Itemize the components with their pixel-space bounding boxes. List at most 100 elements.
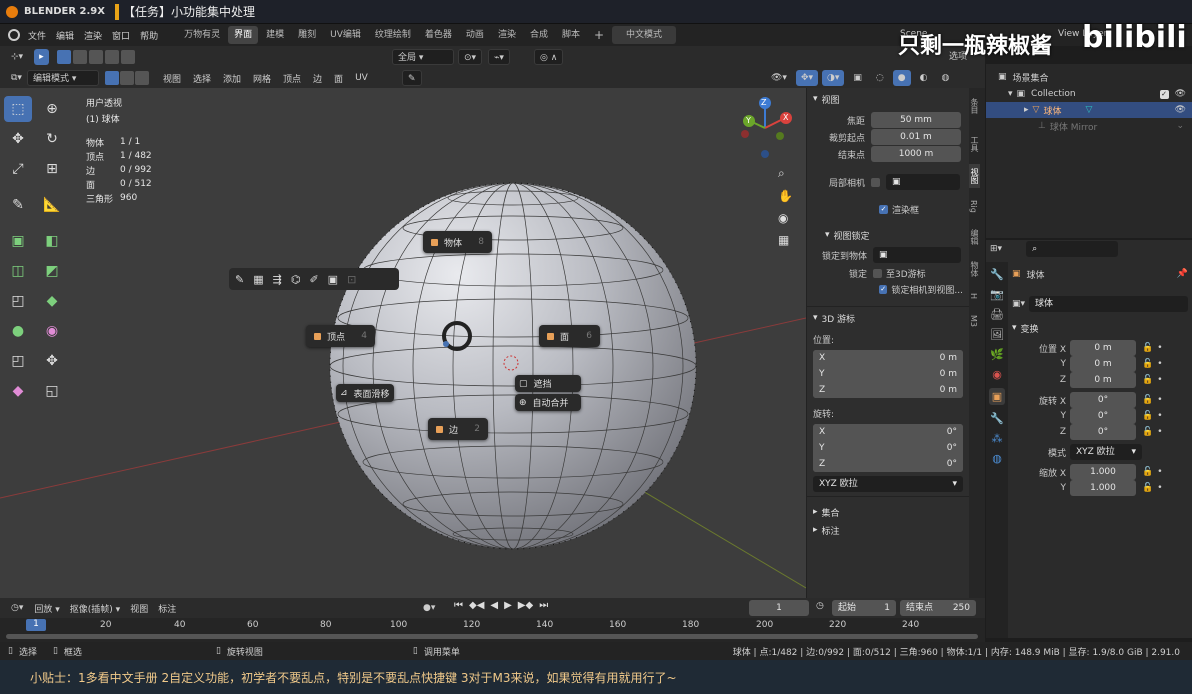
lock-icon[interactable]: 🔓	[1142, 411, 1153, 421]
scale-y-field[interactable]: 1.000	[1070, 480, 1136, 496]
pin-icon[interactable]: 📌	[1177, 269, 1188, 279]
move-tool-icon[interactable]: ✥	[4, 126, 32, 152]
collapse-icon[interactable]: ▾	[813, 313, 818, 323]
cursor-loc-y[interactable]: Y 0 m	[813, 366, 963, 382]
pie-item-auto-merge[interactable]: ⊕ 自动合并	[515, 394, 581, 411]
lock-icon[interactable]: 🔓	[1142, 467, 1153, 477]
lock-icon[interactable]: 🔓	[1142, 483, 1153, 493]
camera-icon[interactable]: ◉	[778, 211, 793, 225]
keyframe-dot-icon[interactable]: •	[1157, 411, 1162, 421]
outliner-object-row[interactable]: ▸ ▽ 球体 ▽ 👁	[986, 102, 1192, 118]
cursor-rot-y[interactable]: Y 0°	[813, 440, 963, 456]
tab-sculpting[interactable]: 雕刻	[292, 26, 322, 44]
timeline-scrollbar[interactable]	[6, 634, 978, 639]
select-box-tool-icon[interactable]: ⬚	[4, 96, 32, 122]
play-reverse-icon[interactable]: ◀	[490, 600, 498, 611]
clip-end-field[interactable]: 1000 m	[871, 146, 961, 162]
lock-icon[interactable]: 🔓	[1142, 359, 1153, 369]
tab-rig[interactable]: Rig	[969, 196, 978, 217]
props-object-field[interactable]: 球体	[1029, 296, 1188, 312]
bridge-icon[interactable]: ⇶	[273, 273, 282, 286]
clip-start-field[interactable]: 0.01 m	[871, 129, 961, 145]
tab-layout[interactable]: 界面	[228, 26, 259, 44]
measure-tool-icon[interactable]: 📐	[38, 192, 66, 218]
pie-item-edge[interactable]: 边2	[428, 418, 488, 440]
end-frame-field[interactable]: 结束点 250	[900, 600, 976, 616]
euler-dropdown[interactable]: XYZ 欧拉 ▾	[813, 476, 963, 492]
keyframe-dot-icon[interactable]: •	[1157, 467, 1162, 477]
mode-dropdown[interactable]: 编辑模式 ▾	[26, 70, 99, 86]
gizmo-y-label[interactable]: Y	[746, 116, 751, 125]
menu-file[interactable]: 文件	[28, 29, 46, 42]
annotate-tool-icon[interactable]: ✎	[4, 192, 32, 218]
tab-view[interactable]: 视图	[969, 164, 980, 188]
location-y-field[interactable]: 0 m	[1070, 356, 1136, 372]
3d-viewport[interactable]: Z X Y ⌕ ✋ ◉ ▦ 用户透视 (1) 球体 物体 1 / 1 顶点 1 / …	[0, 88, 806, 598]
timeline-editor-icon[interactable]: ◷▾	[6, 600, 28, 616]
menu-help[interactable]: 帮助	[140, 29, 158, 42]
menu-vertex[interactable]: 顶点	[283, 72, 301, 85]
tab-edit[interactable]: 编辑	[969, 225, 980, 249]
wireframe-shading-icon[interactable]: ◌	[871, 70, 889, 86]
rotation-y-field[interactable]: 0°	[1070, 408, 1136, 424]
scale-x-field[interactable]: 1.000	[1070, 464, 1136, 480]
pie-item-occlude[interactable]: ▢ 遮挡	[515, 375, 581, 392]
output-props-icon[interactable]: 🖨	[990, 308, 1004, 321]
scene-props-icon[interactable]: 🌿	[990, 348, 1004, 361]
cursor-rot-x[interactable]: X 0°	[813, 424, 963, 440]
transform-tool-icon[interactable]: ⊞	[38, 156, 66, 182]
gizmo-z-label[interactable]: Z	[761, 98, 766, 107]
rendered-shading-icon[interactable]: ◍	[936, 70, 954, 86]
tab-object[interactable]: 物体	[969, 257, 980, 281]
editor-type-icon[interactable]: ⊹▾	[6, 49, 28, 65]
lock-icon[interactable]: 🔓	[1142, 343, 1153, 353]
record-button-icon[interactable]: ●▾	[418, 600, 440, 616]
tab-texture-paint[interactable]: 纹理绘制	[369, 26, 417, 44]
lock-object-field[interactable]: ▣	[873, 247, 961, 263]
view-section-title[interactable]: 视图	[822, 93, 840, 106]
add-workspace-icon[interactable]: +	[588, 26, 610, 44]
cursor-section-title[interactable]: 3D 游标	[822, 312, 856, 325]
focal-field[interactable]: 50 mm	[871, 112, 961, 128]
eyedropper-icon[interactable]: ✎	[402, 70, 422, 86]
timeline-ruler[interactable]: 1 20 40 60 80 100 120 140 160 180 200 22…	[0, 618, 985, 632]
tab-modeling[interactable]: 建模	[260, 26, 290, 44]
keyframe-dot-icon[interactable]: •	[1157, 483, 1162, 493]
edge-select-icon[interactable]	[119, 71, 134, 85]
eye-icon[interactable]: 👁	[1175, 89, 1186, 99]
scale-tool-icon[interactable]: ⤢	[4, 156, 32, 182]
physics-props-icon[interactable]: ◍	[992, 452, 1002, 465]
keyframe-dot-icon[interactable]: •	[1157, 343, 1162, 353]
menu-keying[interactable]: 抠像(插帧) ▾	[70, 602, 120, 615]
menu-face[interactable]: 面	[334, 72, 343, 85]
lock-icon[interactable]: 🔓	[1142, 375, 1153, 385]
lock-camera-checkbox[interactable]: ✓	[879, 284, 888, 294]
rotate-tool-icon[interactable]: ↻	[38, 126, 66, 152]
local-camera-field[interactable]: ▣	[886, 174, 960, 190]
lock-icon[interactable]: 🔓	[1142, 427, 1153, 437]
outliner-collection[interactable]: ▾ ▣ Collection ✓ 👁	[986, 86, 1192, 102]
add-cube-tool-icon[interactable]: ▣	[4, 228, 32, 254]
knife-icon[interactable]: ✐	[309, 273, 318, 286]
keyframe-dot-icon[interactable]: •	[1157, 395, 1162, 405]
transform-section-header[interactable]: ▾ 变换	[1012, 320, 1188, 336]
visibility-icon[interactable]: 👁▾	[766, 70, 792, 86]
location-z-field[interactable]: 0 m	[1070, 372, 1136, 388]
cursor-rot-z[interactable]: Z 0°	[813, 456, 963, 472]
tab-rendering[interactable]: 渲染	[492, 26, 522, 44]
next-keyframe-icon[interactable]: ▶◆	[518, 600, 533, 611]
collapse-icon[interactable]: ▾	[813, 94, 818, 104]
tool-props-icon[interactable]: 🔧	[990, 268, 1004, 281]
jump-start-icon[interactable]: ⏮	[454, 600, 463, 611]
tab-scripting[interactable]: 脚本	[556, 26, 586, 44]
fill-icon[interactable]: ▣	[328, 273, 338, 286]
knife-tool-icon[interactable]: ◆	[38, 288, 66, 314]
face-select-icon[interactable]	[134, 71, 149, 85]
play-icon[interactable]: ▶	[504, 600, 512, 611]
pie-item-surface-slide[interactable]: ⊿ 表面滑移	[336, 384, 394, 402]
pan-hand-icon[interactable]: ✋	[778, 189, 793, 203]
gizmo-toggle-icon[interactable]: ✥▾	[795, 70, 819, 86]
properties-search[interactable]: ⌕	[1026, 241, 1119, 257]
pen-tool-icon[interactable]: ✎	[235, 273, 244, 286]
loop-icon[interactable]: ⌬	[291, 273, 301, 286]
